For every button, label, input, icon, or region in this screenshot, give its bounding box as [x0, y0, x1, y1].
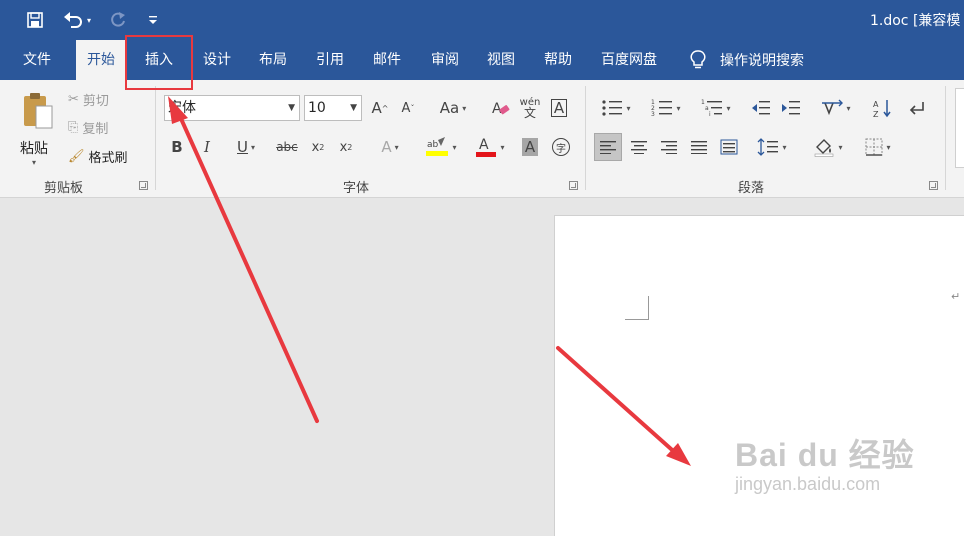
annotation-arrows	[168, 96, 691, 466]
arrow-to-insert-tab	[168, 96, 319, 423]
arrow-to-document	[556, 346, 691, 466]
